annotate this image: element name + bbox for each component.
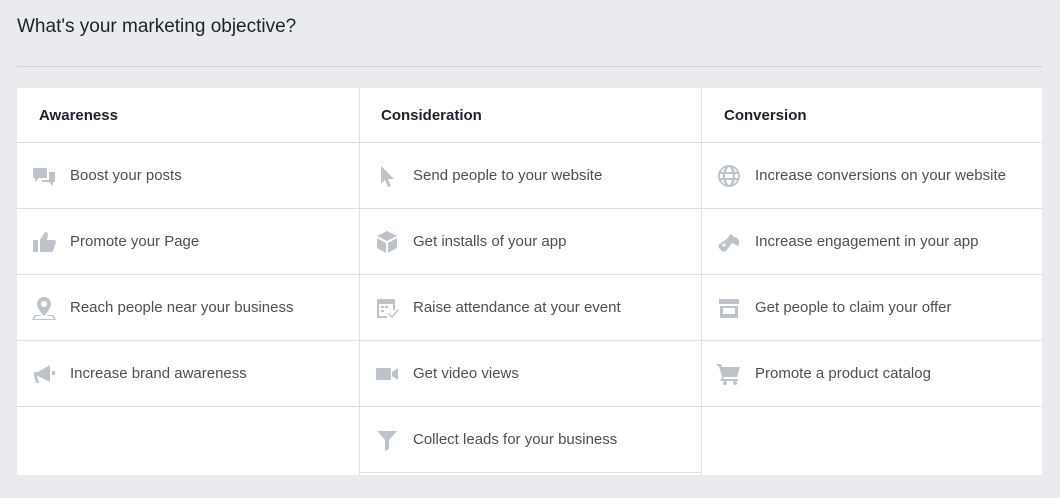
- empty-row: [17, 407, 359, 473]
- objective-lead-generation[interactable]: Collect leads for your business: [360, 407, 701, 473]
- objective-label: Send people to your website: [413, 167, 603, 184]
- column-header-consideration: Consideration: [360, 88, 701, 143]
- objective-product-catalog[interactable]: Promote a product catalog: [702, 341, 1042, 407]
- calendar-icon: [373, 294, 401, 322]
- objective-label: Boost your posts: [70, 167, 182, 184]
- thumbs-up-icon: [30, 228, 58, 256]
- objective-label: Get people to claim your offer: [755, 299, 952, 316]
- objective-label: Reach people near your business: [70, 299, 294, 316]
- cursor-icon: [373, 162, 401, 190]
- box-icon: [373, 228, 401, 256]
- column-awareness: Awareness Boost your posts Promote your …: [17, 88, 359, 475]
- objective-label: Promote your Page: [70, 233, 200, 250]
- column-consideration: Consideration Send people to your websit…: [359, 88, 701, 475]
- column-header-conversion: Conversion: [702, 88, 1042, 143]
- chat-bubbles-icon: [30, 162, 58, 190]
- objective-grid: Awareness Boost your posts Promote your …: [17, 88, 1042, 475]
- objective-promote-page[interactable]: Promote your Page: [17, 209, 359, 275]
- objective-label: Increase engagement in your app: [755, 233, 979, 250]
- objective-label: Get video views: [413, 365, 519, 382]
- objective-brand-awareness[interactable]: Increase brand awareness: [17, 341, 359, 407]
- objective-event-responses[interactable]: Raise attendance at your event: [360, 275, 701, 341]
- objective-reach-nearby[interactable]: Reach people near your business: [17, 275, 359, 341]
- objective-website-traffic[interactable]: Send people to your website: [360, 143, 701, 209]
- objective-offer-claims[interactable]: Get people to claim your offer: [702, 275, 1042, 341]
- megaphone-icon: [30, 360, 58, 388]
- objective-app-installs[interactable]: Get installs of your app: [360, 209, 701, 275]
- video-camera-icon: [373, 360, 401, 388]
- column-conversion: Conversion Increase conversions on your …: [701, 88, 1042, 475]
- objective-label: Increase brand awareness: [70, 365, 247, 382]
- page-title: What's your marketing objective?: [17, 16, 297, 37]
- storefront-icon: [715, 294, 743, 322]
- globe-icon: [715, 162, 743, 190]
- gamepad-icon: [715, 228, 743, 256]
- shopping-cart-icon: [715, 360, 743, 388]
- objective-label: Collect leads for your business: [413, 431, 618, 448]
- header-divider: [17, 66, 1042, 67]
- objective-app-engagement[interactable]: Increase engagement in your app: [702, 209, 1042, 275]
- objective-label: Get installs of your app: [413, 233, 567, 250]
- objective-label: Promote a product catalog: [755, 365, 931, 382]
- objective-boost-posts[interactable]: Boost your posts: [17, 143, 359, 209]
- column-header-awareness: Awareness: [17, 88, 359, 143]
- funnel-icon: [373, 426, 401, 454]
- objective-website-conversions[interactable]: Increase conversions on your website: [702, 143, 1042, 209]
- map-pin-icon: [30, 294, 58, 322]
- empty-row: [702, 407, 1042, 473]
- objective-video-views[interactable]: Get video views: [360, 341, 701, 407]
- objective-label: Raise attendance at your event: [413, 299, 621, 316]
- objective-label: Increase conversions on your website: [755, 167, 1006, 184]
